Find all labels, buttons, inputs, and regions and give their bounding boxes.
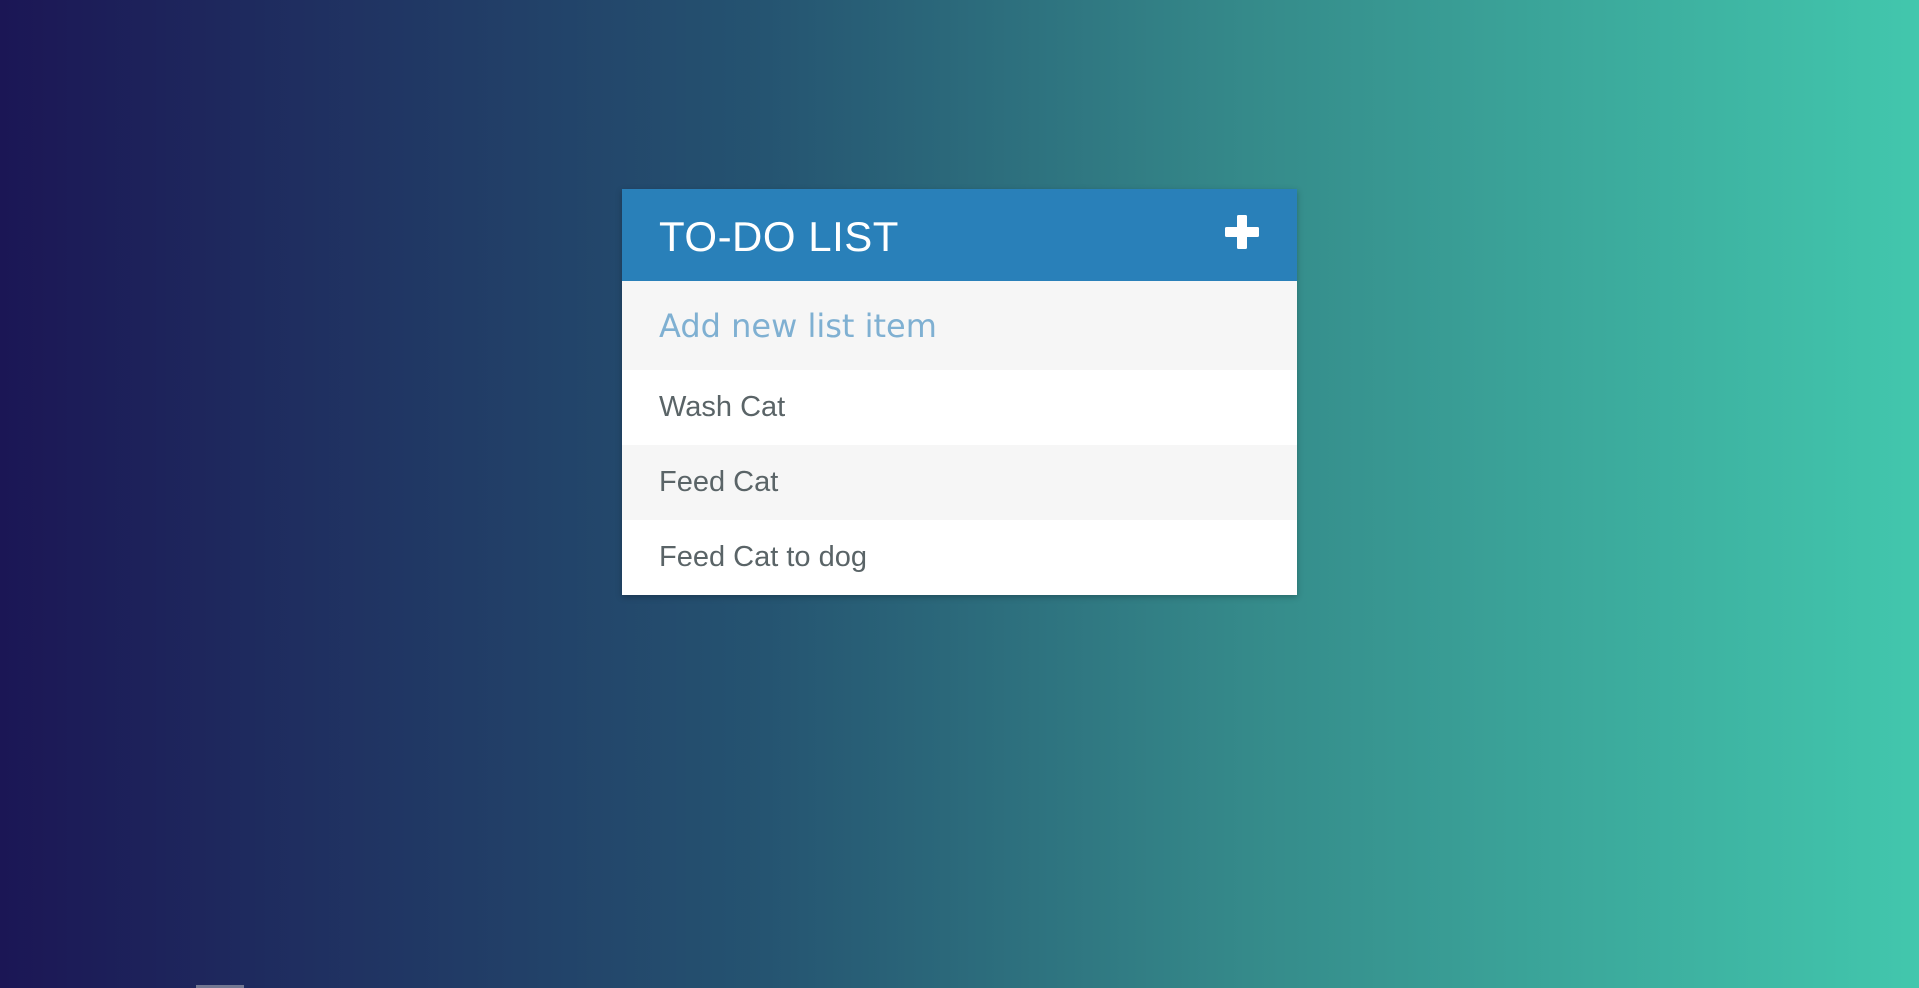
todo-card: TO-DO LIST Wash Cat Feed Cat Feed Cat to… bbox=[622, 189, 1297, 595]
new-item-input[interactable] bbox=[659, 306, 1297, 345]
todo-list: Wash Cat Feed Cat Feed Cat to dog bbox=[622, 370, 1297, 595]
list-item-label: Feed Cat bbox=[659, 466, 779, 498]
list-item[interactable]: Wash Cat bbox=[622, 370, 1297, 445]
new-item-row bbox=[622, 281, 1297, 370]
todo-header: TO-DO LIST bbox=[622, 189, 1297, 281]
list-item[interactable]: Feed Cat to dog bbox=[622, 520, 1297, 595]
list-item[interactable]: Feed Cat bbox=[622, 445, 1297, 520]
plus-icon[interactable] bbox=[1223, 213, 1261, 251]
list-item-label: Feed Cat to dog bbox=[659, 541, 867, 573]
list-item-label: Wash Cat bbox=[659, 391, 786, 423]
page-title: TO-DO LIST bbox=[659, 213, 899, 260]
